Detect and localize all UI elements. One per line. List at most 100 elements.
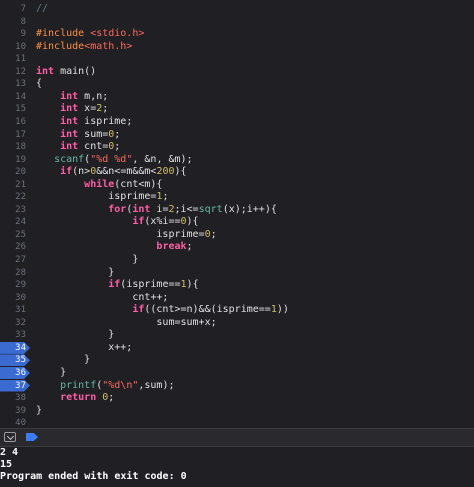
code-line[interactable]: 32 sum=sum+x; bbox=[0, 317, 474, 330]
line-number: 34 bbox=[15, 342, 26, 353]
code-token: x= bbox=[78, 103, 97, 115]
code-text: isprime=0; bbox=[36, 228, 217, 242]
code-line[interactable]: 8 bbox=[0, 16, 474, 29]
code-line[interactable]: 29 if(isprime==1){ bbox=[0, 279, 474, 292]
code-line[interactable]: 19 scanf("%d %d", &n, &m); bbox=[0, 154, 474, 167]
code-text: int x=2; bbox=[36, 103, 108, 116]
code-token: int bbox=[60, 115, 79, 127]
code-line[interactable]: 25 isprime=0; bbox=[0, 229, 474, 242]
line-number: 36 bbox=[15, 367, 26, 378]
console-line: 2 4 bbox=[0, 447, 19, 458]
code-token: , &n, &m); bbox=[132, 153, 193, 165]
code-line[interactable]: 31 if((cnt>=n)&&(isprime==1)) bbox=[0, 304, 474, 317]
code-editor[interactable]: 7 // 8 9 #include <stdio.h> 10 #include<math.h… bbox=[0, 0, 474, 428]
code-token: } bbox=[36, 329, 115, 341]
code-text: int m,n; bbox=[36, 91, 108, 104]
line-number: 12 bbox=[15, 66, 26, 77]
line-number: 37 bbox=[15, 380, 26, 391]
console-output[interactable]: 2 4 15 Program ended with exit code: 0 bbox=[0, 447, 474, 487]
code-token: { bbox=[36, 78, 43, 90]
code-token: return bbox=[60, 392, 97, 404]
line-number: 38 bbox=[15, 393, 26, 404]
code-token: (cnt<m){ bbox=[114, 178, 163, 190]
line-number: 18 bbox=[15, 142, 26, 153]
code-text: cnt++; bbox=[36, 292, 168, 305]
code-line[interactable]: 39} bbox=[0, 405, 474, 418]
code-token: for bbox=[108, 203, 127, 215]
code-line[interactable]: 17 int sum=0; bbox=[0, 129, 474, 142]
code-line[interactable]: 40 bbox=[0, 417, 474, 428]
code-line[interactable]: 35 } bbox=[0, 354, 474, 367]
code-line[interactable]: 12 int main() bbox=[0, 66, 474, 79]
code-token: if bbox=[132, 216, 145, 228]
code-token: cnt= bbox=[78, 141, 109, 153]
line-number: 40 bbox=[15, 418, 26, 428]
code-text: for(int i=2;i<=sqrt(x);i++){ bbox=[36, 204, 277, 217]
code-text: x++; bbox=[36, 342, 132, 355]
line-number: 20 bbox=[15, 167, 26, 178]
code-line[interactable]: 38 return 0; bbox=[0, 392, 474, 405]
code-token: m,n; bbox=[78, 90, 109, 102]
code-token: (isprime== bbox=[120, 279, 181, 291]
code-token: ){ bbox=[174, 166, 187, 178]
code-line[interactable]: 26 break; bbox=[0, 241, 474, 254]
code-token: ; bbox=[108, 392, 115, 404]
line-number: 15 bbox=[15, 104, 26, 115]
code-token: isprime= bbox=[36, 228, 205, 240]
code-token: // bbox=[36, 3, 49, 14]
code-line[interactable]: 21 while(cnt<m){ bbox=[0, 179, 474, 192]
code-line[interactable]: 20 if(n>0&&n<=m&&m<200){ bbox=[0, 166, 474, 179]
line-number: 10 bbox=[15, 41, 26, 52]
code-line[interactable]: 14 int m,n; bbox=[0, 91, 474, 104]
code-token: if bbox=[132, 304, 145, 316]
code-line[interactable]: 9 #include <stdio.h> bbox=[0, 28, 474, 41]
line-number: 17 bbox=[15, 129, 26, 140]
code-token: if bbox=[60, 166, 73, 178]
code-token: <stdio.h> bbox=[90, 28, 145, 40]
code-line[interactable]: 10 #include<math.h> bbox=[0, 41, 474, 54]
code-text: int cnt=0; bbox=[36, 141, 120, 154]
line-number: 29 bbox=[15, 280, 26, 291]
code-text: if(isprime==1){ bbox=[36, 279, 198, 292]
code-line[interactable]: 23 for(int i=2;i<=sqrt(x);i++){ bbox=[0, 204, 474, 217]
line-number: 16 bbox=[15, 116, 26, 127]
code-line[interactable]: 13 { bbox=[0, 78, 474, 91]
code-token: ; bbox=[210, 228, 217, 240]
code-line[interactable]: 30 cnt++; bbox=[0, 292, 474, 305]
code-line[interactable]: 27 } bbox=[0, 254, 474, 267]
code-token: cnt++; bbox=[36, 291, 169, 303]
code-line[interactable]: 28 } bbox=[0, 267, 474, 280]
code-token: #include bbox=[36, 40, 85, 52]
code-token: while bbox=[84, 178, 115, 190]
code-line[interactable]: 15 int x=2; bbox=[0, 103, 474, 116]
chevron-down-icon bbox=[6, 432, 15, 441]
code-line[interactable]: 11 bbox=[0, 53, 474, 66]
code-line[interactable]: 37 printf("%d\n",sum); bbox=[0, 379, 474, 393]
code-line[interactable]: 33 } bbox=[0, 329, 474, 342]
code-line[interactable]: 34 x++; bbox=[0, 341, 474, 355]
code-line[interactable]: 16 int isprime; bbox=[0, 116, 474, 129]
line-number: 22 bbox=[15, 192, 26, 203]
line-number: 14 bbox=[15, 91, 26, 102]
continue-execution-button[interactable] bbox=[26, 433, 38, 441]
code-line[interactable]: 18 int cnt=0; bbox=[0, 141, 474, 154]
code-text: int main() bbox=[36, 66, 96, 79]
line-number: 7 bbox=[20, 4, 26, 14]
code-token: #include bbox=[36, 28, 91, 40]
hide-debug-area-button[interactable] bbox=[4, 432, 16, 442]
code-text: isprime=1; bbox=[36, 191, 168, 204]
code-token: int bbox=[60, 103, 79, 115]
code-line[interactable]: 7 // bbox=[0, 3, 474, 16]
code-line[interactable]: 24 if(x%i==0){ bbox=[0, 216, 474, 229]
code-line[interactable]: 22 isprime=1; bbox=[0, 191, 474, 204]
code-line[interactable]: 36 } bbox=[0, 366, 474, 380]
